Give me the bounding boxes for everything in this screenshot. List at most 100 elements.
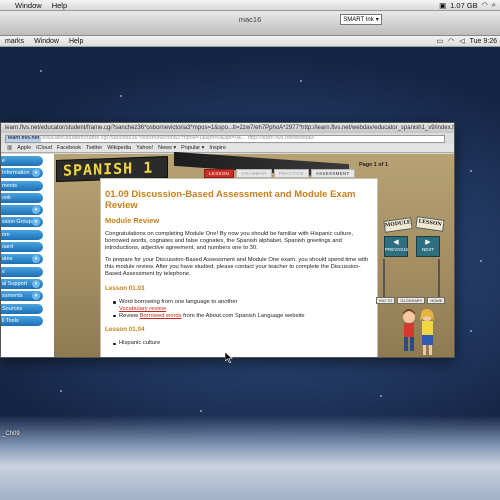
chevron-down-icon[interactable]: ▾ xyxy=(32,169,40,178)
nav-item-updates[interactable]: ates ▾ xyxy=(1,254,43,265)
next-button[interactable]: ▶ NEXT xyxy=(416,236,440,257)
prepare-paragraph: To prepare for your Discussion-Based Ass… xyxy=(105,257,369,277)
list-item: Word borrowing from one language to anot… xyxy=(113,299,373,306)
nav-item-label: s xyxy=(2,268,5,275)
nav-item-label: om xyxy=(2,231,10,238)
glossary-button[interactable]: GLOSSARY xyxy=(397,297,426,304)
desktop-file-label[interactable]: _Ch09 xyxy=(2,431,20,437)
nav-item-label: oard xyxy=(2,244,14,251)
module-sign[interactable]: MODULE xyxy=(383,217,413,233)
outer-menubar: Window Help ▣ 1.07 GB ◠ ⌕ xyxy=(0,0,500,11)
memory-icon: ▣ xyxy=(439,0,447,10)
lesson-heading: Lesson 01.03 xyxy=(105,285,145,292)
lesson-title: 01.09 Discussion-Based Assessment and Mo… xyxy=(105,189,356,211)
nav-item-blank[interactable]: ▾ xyxy=(1,205,43,216)
lesson-sign[interactable]: LESSON xyxy=(415,216,445,232)
address-row: learn.flvs.net /educator/student/frame.c… xyxy=(1,133,454,144)
nav-item-label: al Support xyxy=(2,280,28,287)
nav-item-label: Sources xyxy=(2,305,23,312)
vocabulary-review-link[interactable]: Vocabulary review xyxy=(119,306,166,312)
bookmark-news[interactable]: News ▾ xyxy=(158,145,176,151)
nav-item-label: e xyxy=(2,158,6,164)
lesson-heading: Lesson 01.04 xyxy=(105,326,145,334)
menu-window[interactable]: Window xyxy=(10,1,47,10)
lesson-content[interactable]: 01.09 Discussion-Based Assessment and Mo… xyxy=(100,178,378,357)
nav-item-label: ll Tools xyxy=(2,317,19,324)
nav-item-discussion-groups[interactable]: ssion Groups ▾ xyxy=(1,217,43,228)
nav-item-home[interactable]: e xyxy=(1,156,43,166)
chevron-down-icon[interactable]: ▾ xyxy=(32,206,40,215)
bookmarks-icon[interactable]: ▥ xyxy=(7,145,12,151)
bookmark-popular[interactable]: Popular ▾ xyxy=(181,145,204,151)
right-panel: MODULE LESSON ◀ PREVIOUS ▶ NEXT ISO TO G… xyxy=(376,179,454,357)
previous-label: PREVIOUS xyxy=(385,247,409,252)
nav-item-sources[interactable]: Sources xyxy=(1,303,43,314)
browser-window-title: learn.flvs.net/educator/student/frame.cg… xyxy=(1,123,454,133)
menu-bookmarks[interactable]: marks xyxy=(0,38,29,45)
smart-ink-button[interactable]: SMART Ink ▾ xyxy=(340,14,382,25)
volume-icon[interactable]: ◁ xyxy=(459,37,464,45)
address-bar[interactable]: learn.flvs.net /educator/student/frame.c… xyxy=(5,134,445,143)
iso-to-button[interactable]: ISO TO xyxy=(376,297,396,304)
chevron-down-icon[interactable]: ▾ xyxy=(32,292,40,301)
bookmark-yahoo[interactable]: Yahoo! xyxy=(136,145,153,151)
nav-item-classroom[interactable]: om xyxy=(1,229,43,240)
wifi-icon[interactable]: ◠ xyxy=(482,1,488,9)
chevron-down-icon[interactable]: ▾ xyxy=(32,279,40,288)
previous-button[interactable]: ◀ PREVIOUS xyxy=(384,236,408,257)
bookmark-apple[interactable]: Apple xyxy=(17,145,31,151)
arrow-left-icon: ◀ xyxy=(393,239,399,246)
mouse-pointer-icon xyxy=(225,352,233,363)
menu-help[interactable]: Help xyxy=(64,38,88,45)
battery-icon: ▭ xyxy=(436,38,444,45)
nav-item-information[interactable]: Information ▾ xyxy=(1,168,43,179)
chevron-down-icon[interactable]: ▾ xyxy=(32,218,40,227)
left-nav: e Information ▾ ments ook ▾ ssion Groups ▾… xyxy=(1,154,46,357)
tab-grammar[interactable]: GRAMMAR xyxy=(236,169,272,178)
tool-row: ISO TO GLOSSARY HOME xyxy=(376,297,446,304)
bookmark-inspire[interactable]: Inspire xyxy=(209,145,226,151)
list-item: Hispanic culture xyxy=(113,340,373,347)
sign-post xyxy=(383,259,385,299)
chevron-down-icon[interactable]: ▾ xyxy=(32,255,40,264)
nav-item-all-tools[interactable]: ll Tools xyxy=(1,315,43,326)
tab-assessment[interactable]: ASSESSMENT xyxy=(310,169,355,178)
search-icon[interactable]: ⌕ xyxy=(492,0,496,10)
sign-post xyxy=(438,259,440,299)
course-frame: SPANISH 1 Page 1 of 1 LESSON GRAMMAR PRA… xyxy=(54,151,454,357)
nav-item-assessments[interactable]: ssments ▾ xyxy=(1,291,43,302)
browser-window: learn.flvs.net/educator/student/frame.cg… xyxy=(0,122,455,358)
address-host: learn.flvs.net xyxy=(6,135,42,142)
bookmark-twitter[interactable]: Twitter xyxy=(86,145,102,151)
lesson-list: Word borrowing from one language to anot… xyxy=(105,299,373,319)
borrowed-words-link[interactable]: Borrowed words xyxy=(140,313,182,319)
bookmarks-bar: ▥ Apple iCloud Facebook Twitter Wikipedi… xyxy=(1,144,454,153)
bookmark-facebook[interactable]: Facebook xyxy=(57,145,81,151)
list-item: Review Borrowed words from the About.com… xyxy=(113,312,373,320)
section-heading: Module Review xyxy=(105,216,160,225)
menu-help[interactable]: Help xyxy=(47,1,72,10)
next-label: NEXT xyxy=(421,247,434,252)
list-item-text: from the About.com Spanish Language webs… xyxy=(181,312,305,319)
intro-paragraph: Congratulations on completing Module One… xyxy=(105,231,354,251)
home-button[interactable]: HOME xyxy=(427,297,446,304)
nav-item-label: ssion Groups xyxy=(2,219,35,226)
wifi-icon[interactable]: ◠ xyxy=(448,37,454,45)
tab-lesson[interactable]: LESSON xyxy=(204,169,235,178)
clock[interactable]: Tue 9:26 xyxy=(470,38,497,45)
nav-item-gradebook[interactable]: ook xyxy=(1,192,43,203)
nav-item-label: ments xyxy=(2,182,17,189)
nav-item-tools[interactable]: s xyxy=(1,266,43,277)
list-item-text: Review xyxy=(119,312,140,319)
menu-window[interactable]: Window xyxy=(29,38,64,45)
page-area: e Information ▾ ments ook ▾ ssion Groups ▾… xyxy=(1,151,454,357)
page-count: Page 1 of 1 xyxy=(359,162,389,168)
nav-item-announcements[interactable]: ments xyxy=(1,180,43,191)
nav-item-technical-support[interactable]: al Support ▾ xyxy=(1,278,43,289)
bookmark-icloud[interactable]: iCloud xyxy=(36,145,52,151)
arrow-right-icon: ▶ xyxy=(425,239,431,246)
inner-menubar: marks Window Help ▭ ◠ ◁ Tue 9:26 xyxy=(0,36,500,47)
nav-item-dashboard[interactable]: oard xyxy=(1,242,43,253)
tab-practice[interactable]: PRACTICE xyxy=(273,169,309,178)
bookmark-wikipedia[interactable]: Wikipedia xyxy=(107,145,131,151)
